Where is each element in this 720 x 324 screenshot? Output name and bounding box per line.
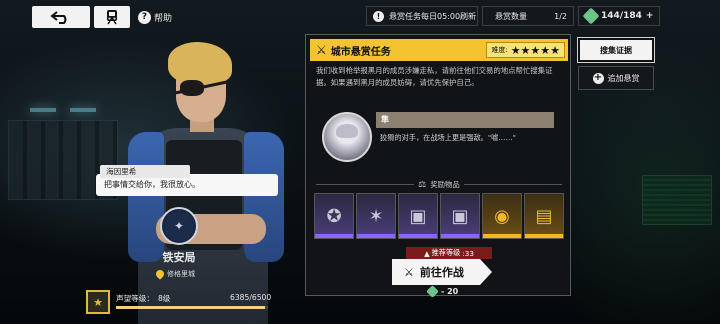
rarity-bar [315, 234, 353, 238]
reputation-label: 声望等级： [116, 294, 154, 303]
rarity-bar [525, 234, 563, 238]
dialogue-line: 把事情交给你，我很放心。 [104, 180, 200, 189]
stamina-cost: - 20 [426, 285, 459, 298]
metal-case-icon: ▣ [409, 205, 427, 227]
rarity-bar [357, 234, 395, 238]
go-to-battle-label: 前往作战 [419, 266, 464, 279]
background-lamp [30, 108, 56, 112]
refresh-notice-text: 悬赏任务每日05:00刷新 [389, 11, 477, 21]
task-description: 我们收到枪举报黑月的成员涉嫌走私，请前往他们交易的地点帮忙搜集证据。如果遇到黑月… [316, 66, 553, 87]
add-bounty-button[interactable]: + 追加悬赏 [578, 66, 654, 90]
collect-evidence-label: 搜集证据 [600, 45, 632, 55]
faction-emblem-icon: ✦ [160, 207, 198, 245]
gold-helmet-icon: ◉ [494, 205, 510, 227]
reward-item[interactable]: ◉ [482, 193, 522, 239]
refresh-notice: ! 悬赏任务每日05:00刷新 [366, 6, 478, 26]
reward-item[interactable]: ✪ [314, 193, 354, 239]
reputation-level: 8级 [157, 294, 171, 303]
gold-case-icon: ▤ [535, 205, 553, 227]
alert-icon: ! [373, 10, 384, 22]
plus-icon: + [592, 72, 604, 84]
train-icon [107, 10, 117, 25]
reputation-progress-bar [116, 306, 268, 309]
home-button[interactable] [94, 6, 130, 28]
reputation-value: 6385/6500 [230, 293, 272, 302]
rewards-heading: ⚖ 奖励物品 [316, 179, 562, 190]
recommended-level-tag: ▲ 推荐等级 :33 [406, 247, 492, 259]
npc-avatar [322, 112, 372, 162]
help-button[interactable]: ? 帮助 [138, 8, 172, 26]
location-pin-icon [154, 268, 166, 280]
difficulty-label: 难度: [491, 46, 508, 54]
add-bounty-label: 追加悬赏 [607, 73, 640, 83]
bounty-count-value: 1/2 [554, 11, 567, 21]
reputation-badge-icon: ★ [86, 290, 110, 314]
rarity-bar [441, 234, 479, 238]
metal-case-icon: ▣ [451, 205, 469, 227]
stamina-value: 144/184 [601, 11, 642, 21]
medal-icon: ✪ [326, 205, 342, 227]
stamina-icon [582, 7, 600, 25]
dialogue-speaker: 海因里希 [100, 165, 190, 178]
npc-name: 隼 [376, 112, 554, 128]
stamina-icon [426, 285, 439, 298]
recommend-label: 推荐等级 [431, 248, 461, 257]
stamina-cost-value: - 20 [441, 287, 459, 296]
reward-item[interactable]: ▣ [440, 193, 480, 239]
reward-item[interactable]: ✶ [356, 193, 396, 239]
faction-location: 修格里城 [154, 268, 195, 280]
scale-icon: ⚖ [418, 179, 427, 190]
stamina-add-icon[interactable]: + [646, 11, 654, 21]
task-header: ⚔ 城市悬赏任务 难度: ★★★★★ [310, 39, 568, 61]
warning-icon: ▲ [424, 248, 430, 258]
back-button[interactable] [32, 6, 90, 28]
faction-name: 铁安局 [162, 251, 196, 264]
character-hair [168, 42, 232, 84]
eyepatch [180, 80, 204, 96]
stamina-display[interactable]: 144/184 + [578, 6, 660, 26]
rewards-list: ✪ ✶ ▣ ▣ ◉ ▤ [314, 193, 566, 241]
task-title: 城市悬赏任务 [330, 46, 391, 58]
reward-item[interactable]: ▣ [398, 193, 438, 239]
background-monitor [642, 175, 712, 225]
star-icons: ★★★★★ [510, 43, 560, 57]
back-arrow-icon [50, 11, 67, 24]
divider [463, 184, 562, 185]
faction-location-text: 修格里城 [167, 270, 195, 278]
reputation-progress-fill [116, 306, 266, 309]
character-jacket [128, 132, 164, 262]
background-lamp [70, 108, 96, 112]
crossed-swords-icon: ⚔ [316, 43, 327, 57]
reputation-label-group: 声望等级： 8级 [116, 293, 170, 304]
divider [316, 184, 415, 185]
crossed-swords-icon: ⚔ [404, 265, 414, 279]
badge-icon: ✶ [368, 205, 384, 227]
rarity-bar [399, 234, 437, 238]
npc-quote: 狡猾的对手，在战场上更是强敌。"嘘……" [380, 133, 516, 142]
bounty-count: 悬赏数量 1/2 [482, 6, 574, 26]
bounty-count-label: 悬赏数量 [495, 11, 527, 21]
help-icon: ? [138, 10, 151, 24]
go-to-battle-button[interactable]: ⚔ 前往作战 [392, 259, 492, 285]
collect-evidence-button[interactable]: 搜集证据 [577, 37, 655, 63]
rewards-label: 奖励物品 [430, 180, 460, 189]
rarity-bar [483, 234, 521, 238]
reward-item[interactable]: ▤ [524, 193, 564, 239]
recommend-level: :33 [462, 248, 474, 258]
help-label: 帮助 [154, 13, 173, 24]
difficulty-rating: 难度: ★★★★★ [486, 42, 565, 58]
